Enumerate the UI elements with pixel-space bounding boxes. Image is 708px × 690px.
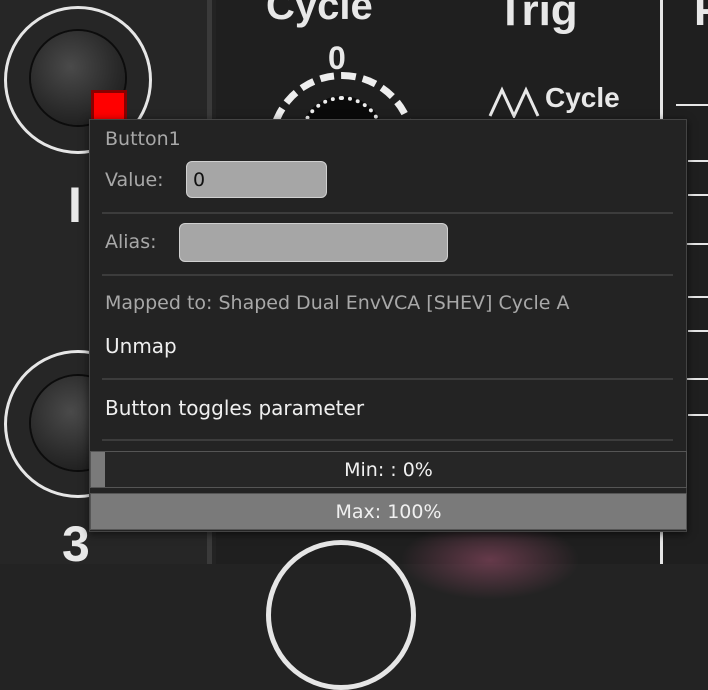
dial-value-label: 0 [328, 40, 346, 76]
min-slider[interactable]: Min: : 0% [90, 451, 687, 488]
button-mapping-popup: Button1 Value: 0 Alias: Mapped to: Shape… [89, 119, 687, 532]
cycle-wave-icon [488, 84, 548, 122]
bottom-knob-ring [266, 540, 416, 690]
toggle-parameter-menu-item[interactable]: Button toggles parameter [105, 396, 364, 420]
separator [102, 439, 673, 441]
section-label-partial: F [694, 0, 708, 35]
scale-tick [688, 330, 708, 332]
unmap-menu-item[interactable]: Unmap [105, 334, 177, 358]
alias-field[interactable] [179, 223, 448, 262]
jack-glow [400, 520, 580, 600]
section-label-cycle: Cycle [266, 0, 373, 28]
max-slider-text: Max: 100% [335, 500, 442, 523]
left-label-3: 3 [62, 516, 90, 572]
left-label-1: I [68, 177, 82, 233]
cycle-glyph-label: Cycle [545, 82, 620, 113]
section-label-trig: Trig [497, 0, 578, 35]
min-slider-text: Min: : 0% [344, 458, 433, 481]
alias-label: Alias: [105, 231, 157, 253]
scale-tick [688, 160, 708, 162]
separator [102, 378, 673, 380]
separator [102, 212, 673, 214]
scale-tick [688, 414, 708, 416]
value-label: Value: [105, 169, 164, 191]
popup-title: Button1 [105, 128, 181, 150]
mapped-to-text: Mapped to: Shaped Dual EnvVCA [SHEV] Cyc… [105, 292, 570, 314]
value-field[interactable]: 0 [186, 161, 327, 198]
scale-tick [676, 104, 708, 106]
max-slider[interactable]: Max: 100% [90, 493, 687, 530]
scale-tick [688, 194, 708, 196]
separator [102, 274, 673, 276]
scale-tick [688, 296, 708, 298]
